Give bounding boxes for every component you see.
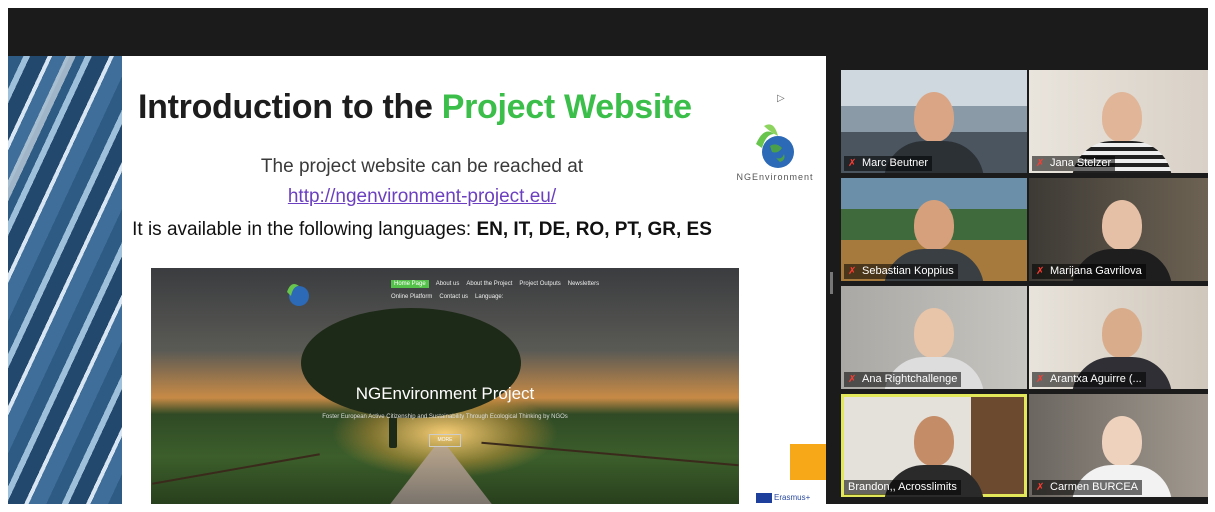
nav-language[interactable]: Language: [475,294,503,300]
ngenvironment-logo [756,124,794,168]
website-screenshot: Home Page About us About the Project Projec… [151,268,739,504]
mic-off-icon: ✗ [1036,374,1045,385]
video-tile[interactable]: ✗ Sebastian Koppius [841,178,1027,281]
video-tile-active-speaker[interactable]: Brandon,, Acrosslimits [841,394,1027,497]
participant-face [1102,416,1142,466]
website-title: NGEnvironment Project [355,384,535,403]
fence-left [152,453,320,485]
video-tile[interactable]: ✗ Jana Stelzer [1029,70,1208,173]
nav-home[interactable]: Home Page [391,280,429,288]
slide-title-highlight: Project Website [441,88,692,126]
participant-name-label: ✗ Marijana Gavrilova [1032,264,1146,279]
logo-text: NGEnvironment [736,172,814,182]
video-tile[interactable]: ✗ Marijana Gavrilova [1029,178,1208,281]
more-button[interactable]: MORE [429,434,461,447]
slide-decoration [8,56,122,504]
mic-off-icon: ✗ [848,266,857,277]
participant-face [914,92,954,142]
participant-name-label: ✗ Carmen BURCEA [1032,480,1143,495]
video-tile[interactable]: ✗ Marc Beutner [841,70,1027,173]
mic-off-icon: ✗ [1036,158,1045,169]
website-subtitle: Foster European Active Citizenship and S… [322,414,568,420]
participant-name-label: ✗ Arantxa Aguirre (... [1032,372,1146,387]
nav-about-project[interactable]: About the Project [466,281,512,287]
panel-resize-handle[interactable] [830,272,833,294]
project-url-link[interactable]: http://ngenvironment-project.eu/ [122,186,722,208]
video-tile[interactable]: ✗ Carmen BURCEA [1029,394,1208,497]
nav-newsletters[interactable]: Newsletters [568,281,599,287]
nav-about-us[interactable]: About us [436,281,460,287]
mouse-cursor-icon: ▷ [777,93,785,104]
orange-accent-block [790,444,826,480]
nav-online-platform[interactable]: Online Platform [391,294,432,300]
meeting-window: Introduction to the Project Website The … [8,8,1208,504]
erasmus-logo: Erasmus+ [756,493,810,503]
participant-face [1102,308,1142,358]
site-logo-icon [287,284,309,306]
participant-name-label: Brandon,, Acrosslimits [844,480,961,495]
top-bar [8,8,1208,54]
participant-face [914,308,954,358]
participant-name-label: ✗ Ana Rightchallenge [844,372,962,387]
nav-project-outputs[interactable]: Project Outputs [519,281,560,287]
participant-face [914,416,954,466]
eu-flag-icon [756,493,772,503]
participant-face [1102,92,1142,142]
slide-line-languages: It is available in the following languag… [132,219,712,240]
participant-face [914,200,954,250]
fence-right [481,441,739,467]
video-tile[interactable]: ✗ Ana Rightchallenge [841,286,1027,389]
participant-name-label: ✗ Jana Stelzer [1032,156,1116,171]
video-tile[interactable]: ✗ Arantxa Aguirre (... [1029,286,1208,389]
nav-contact[interactable]: Contact us [439,294,468,300]
participant-face [1102,200,1142,250]
mic-off-icon: ✗ [1036,482,1045,493]
participant-name-label: ✗ Marc Beutner [844,156,933,171]
mic-off-icon: ✗ [848,374,857,385]
mic-off-icon: ✗ [1036,266,1045,277]
shared-screen-slide: Introduction to the Project Website The … [8,56,826,504]
mic-off-icon: ✗ [848,158,857,169]
slide-title: Introduction to the Project Website [138,88,692,126]
website-nav: Home Page About us About the Project Projec… [391,278,651,304]
slide-line-intro: The project website can be reached at [260,156,584,177]
languages-list: EN, IT, DE, RO, PT, GR, ES [476,219,712,240]
participant-name-label: ✗ Sebastian Koppius [844,264,958,279]
road [381,446,501,504]
